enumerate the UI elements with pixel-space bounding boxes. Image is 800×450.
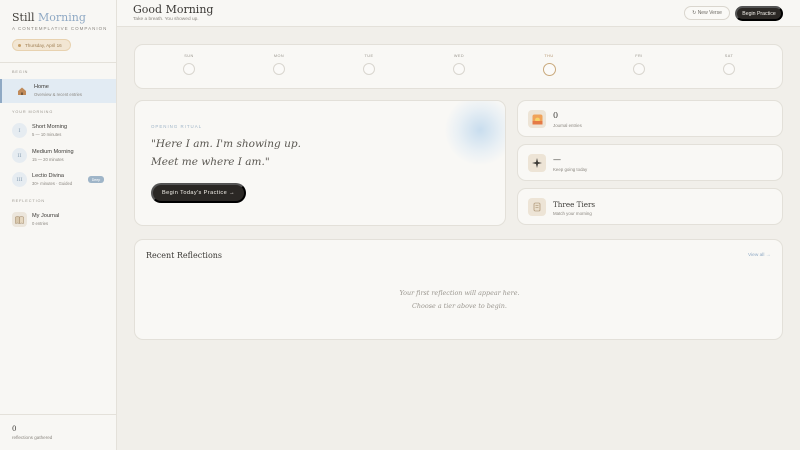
sidebar-item-sublabel: 5 — 10 minutes <box>32 132 62 137</box>
page-title: Good Morning <box>133 3 214 16</box>
day-circle <box>273 63 285 75</box>
sunrise-icon <box>528 110 546 128</box>
day-sun[interactable]: SUN <box>174 54 204 75</box>
day-mon[interactable]: MON <box>264 54 294 75</box>
streak-value: — <box>553 155 561 164</box>
day-circle <box>363 63 375 75</box>
begin-practice-button[interactable]: Begin Practice <box>735 6 783 21</box>
sidebar-footer-divider <box>0 414 117 415</box>
sidebar-item-label: Lectio Divina <box>32 173 65 179</box>
begin-todays-practice-button[interactable]: Begin Today's Practice → <box>151 183 246 203</box>
sidebar-item-sublabel: 0 entries <box>32 221 49 226</box>
sidebar-item-label: My Journal <box>32 213 60 219</box>
ritual-quote-line-2: Meet me where I am." <box>151 156 270 168</box>
date-pill: Thursday, April 16 <box>12 39 71 51</box>
recent-reflections-title: Recent Reflections <box>146 251 223 260</box>
deep-badge: Deep <box>88 176 104 183</box>
brand-logo[interactable]: Still Morning <box>12 11 86 24</box>
week-tracker: SUN MON TUE WED THU FRI SAT <box>134 44 783 89</box>
sidebar-item-lectio-divina[interactable]: III Lectio Divina 30+ minutes · Guided D… <box>0 168 116 192</box>
journal-icon <box>12 212 27 227</box>
sidebar-item-home[interactable]: Home Overview & recent entries <box>0 79 116 103</box>
day-thu[interactable]: THU <box>534 54 564 76</box>
stat-card-streak[interactable]: — Keep going today <box>517 144 783 181</box>
empty-state-line-2: Choose a tier above to begin. <box>412 302 507 310</box>
sidebar-item-short-morning[interactable]: I Short Morning 5 — 10 minutes <box>0 119 116 143</box>
tiers-title: Three Tiers <box>553 200 596 209</box>
sun-dot-icon <box>18 43 21 47</box>
page-subtitle: Take a breath. You showed up. <box>133 17 199 22</box>
new-verse-button[interactable]: ↻ New Verse <box>684 6 730 20</box>
scroll-icon <box>528 198 546 216</box>
day-circle <box>453 63 465 75</box>
sidebar-item-label: Home <box>34 84 49 90</box>
day-label: THU <box>544 54 554 58</box>
day-fri[interactable]: FRI <box>624 54 654 75</box>
journal-entries-count: 0 <box>553 111 559 120</box>
date-text: Thursday, April 16 <box>25 42 62 48</box>
sidebar-item-my-journal[interactable]: My Journal 0 entries <box>0 208 116 232</box>
sidebar-item-label: Short Morning <box>32 124 68 130</box>
sparkle-icon <box>528 154 546 172</box>
day-wed[interactable]: WED <box>444 54 474 75</box>
day-label: SAT <box>724 54 734 58</box>
journal-entries-label: Journal entries <box>553 123 582 128</box>
ritual-quote-line-1: "Here I am. I'm showing up. <box>151 138 301 150</box>
sidebar-item-sublabel: Overview & recent entries <box>34 92 82 97</box>
day-sat[interactable]: SAT <box>714 54 744 75</box>
opening-ritual-card: OPENING RITUAL "Here I am. I'm showing u… <box>134 100 506 226</box>
section-label-reflection: REFLECTION <box>12 199 46 203</box>
brand-word-still: Still <box>12 11 35 24</box>
streak-label: Keep going today <box>553 167 588 172</box>
day-label: MON <box>273 54 285 58</box>
section-label-your-morning: YOUR MORNING <box>12 110 54 114</box>
day-label: SUN <box>184 54 194 58</box>
day-circle <box>633 63 645 75</box>
view-all-link[interactable]: View all → <box>748 253 771 258</box>
recent-reflections-card: Recent Reflections View all → Your first… <box>134 239 783 340</box>
decorative-glow <box>445 101 505 165</box>
section-label-begin: BEGIN <box>12 70 29 74</box>
top-header: Good Morning Take a breath. You showed u… <box>117 0 800 27</box>
sidebar-item-medium-morning[interactable]: II Medium Morning 15 — 20 minutes <box>0 144 116 168</box>
stat-card-tiers[interactable]: Three Tiers Match your morning <box>517 188 783 225</box>
tier-two-icon: II <box>12 148 27 163</box>
tiers-label: Match your morning <box>553 211 592 216</box>
reflections-count: 0 <box>12 425 17 433</box>
tier-one-icon: I <box>12 123 27 138</box>
sidebar-item-label: Medium Morning <box>32 149 74 155</box>
reflections-label: reflections gathered <box>12 435 53 440</box>
day-tue[interactable]: TUE <box>354 54 384 75</box>
brand-tagline: A CONTEMPLATIVE COMPANION <box>12 26 108 31</box>
sidebar-divider <box>0 62 117 63</box>
sidebar: Still Morning A CONTEMPLATIVE COMPANION … <box>0 0 117 450</box>
day-circle-today <box>542 63 556 76</box>
tier-three-icon: III <box>12 172 27 187</box>
sidebar-item-sublabel: 15 — 20 minutes <box>32 157 64 162</box>
day-circle <box>723 63 735 75</box>
day-label: FRI <box>635 54 643 58</box>
empty-state-line-1: Your first reflection will appear here. <box>399 289 520 297</box>
ritual-label: OPENING RITUAL <box>151 124 203 129</box>
home-icon <box>14 83 29 98</box>
sidebar-item-sublabel: 30+ minutes · Guided <box>32 181 73 186</box>
brand-word-morning: Morning <box>38 11 86 24</box>
day-label: WED <box>453 54 465 58</box>
day-label: TUE <box>364 54 374 58</box>
day-circle <box>183 63 195 75</box>
stat-card-journal[interactable]: 0 Journal entries <box>517 100 783 137</box>
